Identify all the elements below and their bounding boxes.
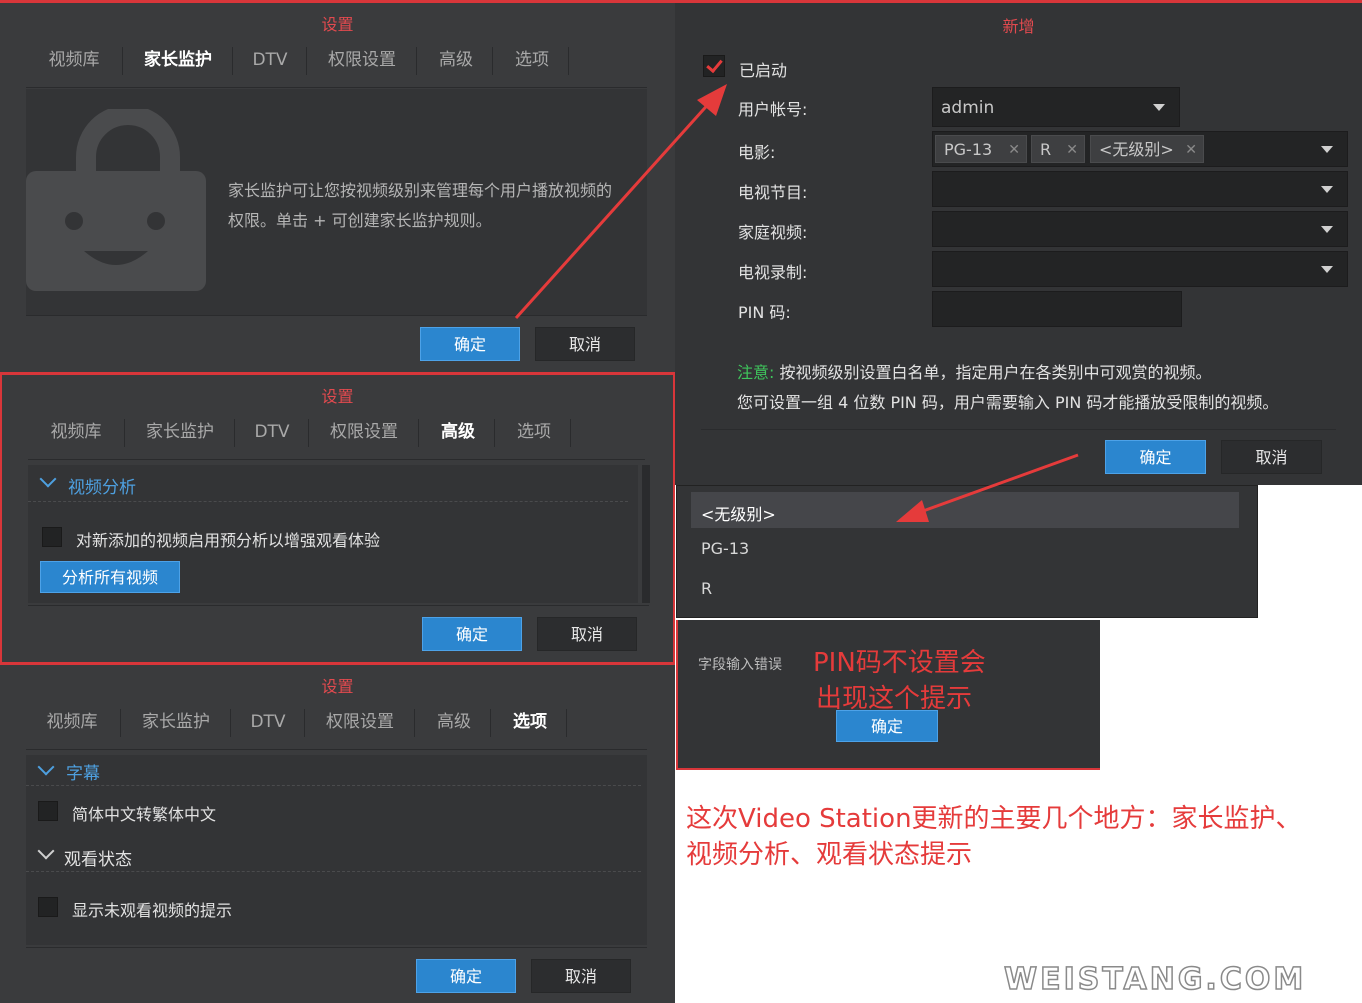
- annotation-arrows: [514, 84, 1079, 522]
- arrow-line: [911, 453, 1079, 517]
- arrow-head: [896, 500, 929, 522]
- arrow-line: [514, 98, 714, 320]
